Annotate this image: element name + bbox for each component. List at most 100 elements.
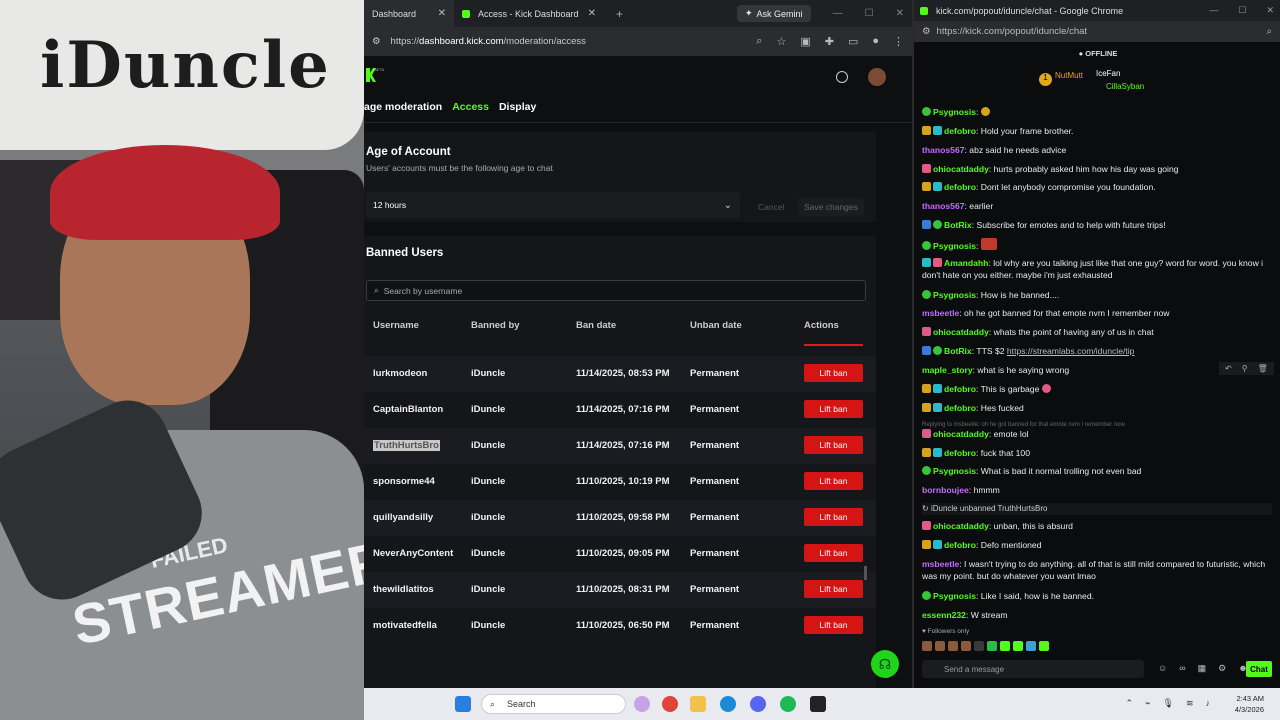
chat-username[interactable]: Psygnosis: [933, 591, 976, 601]
emote-icon[interactable]: [1000, 641, 1010, 651]
chat-username[interactable]: defobro: [944, 403, 976, 413]
tab-display[interactable]: Display: [499, 101, 536, 113]
table-scrollbar[interactable]: [864, 566, 867, 580]
discord-icon[interactable]: [750, 696, 766, 712]
chat-username[interactable]: defobro: [944, 126, 976, 136]
avatar[interactable]: [868, 68, 886, 86]
chat-username[interactable]: Psygnosis: [933, 241, 976, 251]
leader-name[interactable]: IceFan: [1096, 69, 1120, 78]
obs-icon[interactable]: [810, 696, 826, 712]
tab-age-moderation[interactable]: age moderation: [364, 101, 442, 113]
column-header-unban-date[interactable]: Unban date: [690, 320, 742, 331]
emote-icon[interactable]: [987, 641, 997, 651]
chat-username[interactable]: defobro: [944, 540, 976, 550]
delete-icon[interactable]: 🗑: [1258, 364, 1268, 373]
volume-icon[interactable]: ♪: [1206, 698, 1211, 709]
chat-username[interactable]: maple_story: [922, 365, 973, 375]
lift-ban-button[interactable]: Lift ban: [804, 508, 863, 526]
close-window-icon[interactable]: ✕: [1266, 5, 1274, 16]
lift-ban-button[interactable]: Lift ban: [804, 472, 863, 490]
emote-icon[interactable]: [961, 641, 971, 651]
lift-ban-button[interactable]: Lift ban: [804, 580, 863, 598]
search-input[interactable]: ⌕ Search by username: [366, 280, 866, 301]
chat-username[interactable]: defobro: [944, 182, 976, 192]
lift-ban-button[interactable]: Lift ban: [804, 616, 863, 634]
chat-username[interactable]: bornboujee: [922, 485, 969, 495]
chat-username[interactable]: defobro: [944, 384, 976, 394]
column-header-ban-date[interactable]: Ban date: [576, 320, 616, 331]
chat-username[interactable]: BotRix: [944, 220, 972, 230]
taskbar-search[interactable]: ⌕ Search: [481, 694, 626, 714]
ask-gemini-button[interactable]: ✦ Ask Gemini: [737, 5, 811, 22]
emoji-icon[interactable]: ☺: [1158, 663, 1167, 674]
settings-icon[interactable]: ⚙: [1218, 663, 1226, 674]
chat-username[interactable]: Amandahh: [944, 258, 988, 268]
bookmark-star-icon[interactable]: ☆: [776, 35, 786, 48]
url-text[interactable]: https://kick.com/popout/iduncle/chat: [937, 26, 1088, 37]
chat-username[interactable]: ohiocatdaddy: [933, 521, 989, 531]
new-tab-button[interactable]: +: [616, 7, 623, 21]
site-info-icon[interactable]: ⚙: [372, 36, 381, 47]
chat-username[interactable]: essenn232: [922, 610, 966, 620]
chat-username[interactable]: Psygnosis: [933, 290, 976, 300]
pin-icon[interactable]: ⚲: [1242, 364, 1248, 373]
chat-username[interactable]: defobro: [944, 448, 976, 458]
leader-name[interactable]: NutMutt: [1055, 71, 1083, 80]
site-info-icon[interactable]: ⚙: [922, 26, 931, 37]
emote-icon[interactable]: [974, 641, 984, 651]
windows-start-icon[interactable]: [455, 696, 471, 712]
taskbar-clock[interactable]: 2:43 AM 4/3/2026: [1235, 693, 1264, 715]
maximize-icon[interactable]: ☐: [865, 8, 874, 19]
chat-username[interactable]: Psygnosis: [933, 466, 976, 476]
infinity-icon[interactable]: ∞: [1179, 663, 1185, 674]
extension-icon[interactable]: ▣: [800, 35, 810, 48]
chat-link[interactable]: https://streamlabs.com/iduncle/tip: [1007, 346, 1135, 356]
mic-icon[interactable]: 🎙: [1163, 698, 1174, 709]
edge-icon[interactable]: [720, 696, 736, 712]
chevron-up-icon[interactable]: ⌃: [1126, 698, 1134, 709]
close-icon[interactable]: ✕: [588, 8, 596, 19]
spotify-icon[interactable]: [780, 696, 796, 712]
chat-username[interactable]: thanos567: [922, 145, 965, 155]
zoom-icon[interactable]: ⌕: [756, 35, 762, 48]
send-chat-button[interactable]: Chat: [1246, 661, 1272, 677]
tab-dashboard[interactable]: Dashboard ✕: [364, 0, 454, 27]
emote-icon[interactable]: [1013, 641, 1023, 651]
minimize-icon[interactable]: —: [833, 8, 843, 19]
account-age-select[interactable]: 12 hours ⌄: [366, 192, 740, 218]
cancel-button[interactable]: Cancel: [752, 198, 790, 216]
puzzle-icon[interactable]: ✚: [825, 35, 834, 48]
save-changes-button[interactable]: Save changes: [798, 198, 864, 216]
chat-address-bar[interactable]: ⚙ https://kick.com/popout/iduncle/chat ⌕: [914, 21, 1280, 42]
chat-username[interactable]: thanos567: [922, 201, 965, 211]
emote-icon[interactable]: [1039, 641, 1049, 651]
chat-username[interactable]: ohiocatdaddy: [933, 164, 989, 174]
chat-username[interactable]: ohiocatdaddy: [933, 327, 989, 337]
address-bar[interactable]: ⚙ https://dashboard.kick.com/moderation/…: [364, 27, 912, 56]
emote-icon[interactable]: [922, 641, 932, 651]
column-header-banned-by[interactable]: Banned by: [471, 320, 520, 331]
emote-icon[interactable]: [948, 641, 958, 651]
chat-username[interactable]: Psygnosis: [933, 107, 976, 117]
chat-username[interactable]: BotRix: [944, 346, 972, 356]
leader-name[interactable]: CillaSyban: [1106, 82, 1144, 91]
chrome-icon[interactable]: [662, 696, 678, 712]
copilot-icon[interactable]: [634, 696, 650, 712]
reply-icon[interactable]: ↶: [1225, 364, 1232, 373]
close-icon[interactable]: ✕: [438, 8, 446, 19]
lift-ban-button[interactable]: Lift ban: [804, 400, 863, 418]
tab-access[interactable]: Access: [452, 101, 489, 113]
chat-username[interactable]: msbeetle: [922, 559, 959, 569]
chat-message-input[interactable]: Send a message: [922, 660, 1144, 678]
lift-ban-button[interactable]: Lift ban: [804, 364, 863, 382]
tab-access[interactable]: Access - Kick Dashboard ✕: [454, 0, 604, 27]
menu-icon[interactable]: ⋮: [893, 35, 904, 48]
lift-ban-button[interactable]: Lift ban: [804, 544, 863, 562]
emote-icon[interactable]: [935, 641, 945, 651]
profile-icon[interactable]: ●: [872, 35, 879, 48]
wifi-icon[interactable]: ≋: [1186, 698, 1194, 709]
help-icon[interactable]: [836, 71, 848, 83]
emote-icon[interactable]: [1026, 641, 1036, 651]
chat-username[interactable]: ohiocatdaddy: [933, 429, 989, 439]
maximize-icon[interactable]: ☐: [1238, 5, 1246, 16]
